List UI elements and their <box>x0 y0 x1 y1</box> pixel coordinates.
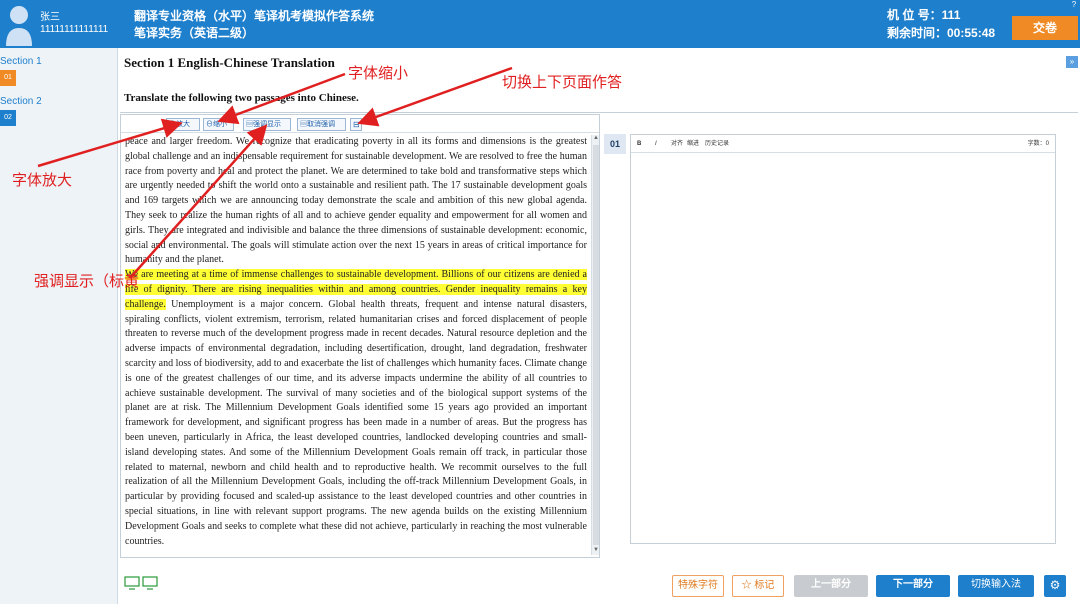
instruction-text: Translate the following two passages int… <box>124 92 359 104</box>
monitor-icon[interactable] <box>142 576 158 590</box>
bold-button[interactable]: B <box>637 135 641 153</box>
question-number: 01 <box>604 134 626 154</box>
annotation-zoom-in: 字体放大 <box>12 172 73 189</box>
passage-scrollbar[interactable]: ▲ ▼ <box>591 135 599 555</box>
answer-editor: B I 对齐 缩进 历史记录 字数：0 <box>630 134 1056 544</box>
sidebar-item-section-1[interactable]: Section 1 <box>0 56 42 67</box>
previous-section-button[interactable]: 上一部分 <box>794 575 868 597</box>
answer-pane: 01 B I 对齐 缩进 历史记录 字数：0 <box>604 134 1056 544</box>
user-avatar-icon <box>6 6 32 46</box>
source-passage: peace and larger freedom. We recognize t… <box>125 135 587 555</box>
zoom-in-button[interactable]: ⊕放大 <box>166 118 200 131</box>
scroll-down-icon[interactable]: ▼ <box>592 547 600 555</box>
app-subtitle: 笔译实务（英语二级） <box>134 26 255 40</box>
section-2-badge[interactable]: 02 <box>0 110 16 126</box>
section-sidebar: Section 1 01 Section 2 02 <box>0 48 118 604</box>
collapse-icon[interactable]: » <box>1066 56 1078 68</box>
main-panel: Section 1 English-Chinese Translation Tr… <box>118 48 1080 604</box>
next-section-button[interactable]: 下一部分 <box>876 575 950 597</box>
editor-toolbar: B I 对齐 缩进 历史记录 字数：0 <box>631 135 1055 153</box>
scroll-up-icon[interactable]: ▲ <box>592 135 600 143</box>
zoom-out-button[interactable]: ⊖缩小 <box>203 118 234 131</box>
annotation-zoom-out: 字体缩小 <box>348 65 409 82</box>
passage-text: Unemployment is a major concern. Global … <box>125 298 587 547</box>
divider <box>120 112 1078 113</box>
monitor-icon[interactable] <box>124 576 140 590</box>
passage-toolbar: ⊕放大 ⊖缩小 ▤强调显示 ▤取消强调 ⊟ <box>121 115 599 133</box>
unhighlight-button[interactable]: ▤取消强调 <box>297 118 346 131</box>
source-passage-pane: ⊕放大 ⊖缩小 ▤强调显示 ▤取消强调 ⊟ peace and larger f… <box>120 114 600 558</box>
align-button[interactable]: 对齐 <box>671 135 683 153</box>
highlight-button[interactable]: ▤强调显示 <box>243 118 291 131</box>
user-name: 张三 <box>40 12 60 23</box>
app-header: 张三 11111111111111 翻译专业资格（水平）笔译机考模拟作答系统 笔… <box>0 0 1080 48</box>
word-count: 字数：0 <box>1027 141 1049 147</box>
section-title: Section 1 English-Chinese Translation <box>124 55 335 70</box>
passage-paragraph-1: peace and larger freedom. We recognize t… <box>125 136 587 266</box>
time-remaining: 剩余时间：00:55:48 <box>887 26 996 40</box>
app-title: 翻译专业资格（水平）笔译机考模拟作答系统 <box>134 9 375 23</box>
passage-paragraph-2: We are meeting at a time of immense chal… <box>125 268 587 549</box>
mark-button[interactable]: ☆ 标记 <box>732 575 784 597</box>
help-icon[interactable]: ? <box>1068 0 1080 10</box>
annotation-switch-page: 切换上下页面作答 <box>502 74 623 91</box>
seat-number: 机 位 号：111 <box>887 8 961 22</box>
indent-button[interactable]: 缩进 <box>687 135 699 153</box>
history-button[interactable]: 历史记录 <box>705 135 729 153</box>
switch-ime-button[interactable]: 切换输入法 <box>958 575 1034 597</box>
user-id: 11111111111111 <box>40 24 109 35</box>
sidebar-item-section-2[interactable]: Section 2 <box>0 96 42 107</box>
scroll-thumb[interactable] <box>593 145 599 545</box>
submit-exam-button[interactable]: 交卷 <box>1012 16 1078 40</box>
switch-layout-icon[interactable]: ⊟ <box>350 118 362 131</box>
settings-gear-icon[interactable]: ⚙ <box>1044 575 1066 597</box>
answer-textarea[interactable] <box>631 153 1055 543</box>
section-1-badge[interactable]: 01 <box>0 70 16 86</box>
annotation-highlight: 强调显示（标黄 <box>34 273 140 290</box>
italic-button[interactable]: I <box>655 135 657 153</box>
special-characters-button[interactable]: 特殊字符 <box>672 575 724 597</box>
